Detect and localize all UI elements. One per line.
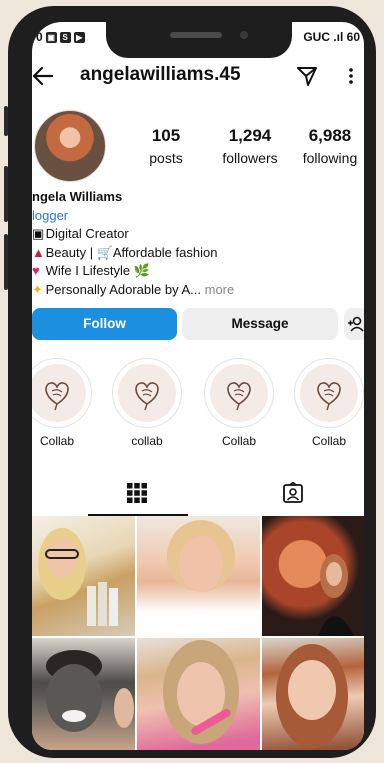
- stat-followers[interactable]: 1,294 followers: [216, 126, 284, 166]
- post-thumbnail[interactable]: [262, 638, 364, 750]
- heart-sketch-icon: [227, 382, 251, 411]
- follow-button[interactable]: Follow: [32, 308, 177, 340]
- gallery-icon: ▣: [45, 31, 57, 43]
- side-button: [4, 166, 8, 222]
- camera-emoji-icon: ▣: [32, 226, 45, 241]
- s-icon: S: [59, 31, 71, 43]
- video-icon: ▶: [73, 31, 85, 43]
- heart-sketch-icon: [317, 382, 341, 411]
- instagram-profile-screen: 0 ▣ S ▶ GUC .ıl 60 angelawilliams.45 105 po…: [32, 22, 364, 750]
- stat-posts[interactable]: 105 posts: [140, 126, 192, 166]
- phone-notch: [106, 18, 292, 58]
- bio-line: ♥ Wife I Lifestyle 🌿: [32, 262, 234, 281]
- post-thumbnail[interactable]: [137, 638, 260, 750]
- side-button: [4, 106, 8, 136]
- tab-tagged[interactable]: [258, 474, 358, 514]
- heart-sketch-icon: [135, 382, 159, 411]
- tab-grid[interactable]: [88, 474, 188, 516]
- profile-username: angelawilliams.45: [80, 64, 241, 85]
- profile-header: angelawilliams.45: [32, 62, 364, 92]
- bio-more-link[interactable]: more: [205, 282, 235, 297]
- bio-line: ✦ Personally Adorable by A... more: [32, 281, 234, 300]
- sparkles-emoji-icon: ✦: [32, 281, 43, 297]
- heart-emoji-icon: ♥: [32, 263, 40, 278]
- status-bar-right: GUC .ıl 60: [303, 30, 360, 44]
- direct-message-icon[interactable]: [296, 64, 318, 88]
- story-highlight[interactable]: Collab: [204, 358, 274, 448]
- stat-following[interactable]: 6,988 following: [296, 126, 364, 166]
- profile-bio: ngela Williams logger ▣ Digital Creator …: [32, 188, 234, 299]
- bio-line: ▲ Beauty | 🛒Affordable fashion: [32, 244, 234, 263]
- story-highlight[interactable]: Collab: [294, 358, 364, 448]
- message-button[interactable]: Message: [182, 308, 338, 340]
- profile-name: ngela Williams: [32, 189, 123, 204]
- side-button: [4, 234, 8, 290]
- grid-icon: [127, 483, 147, 503]
- profile-category[interactable]: logger: [32, 207, 234, 226]
- post-thumbnail[interactable]: [137, 516, 260, 636]
- more-vertical-icon[interactable]: [346, 64, 356, 88]
- heart-sketch-icon: [45, 382, 69, 411]
- tagged-icon: [283, 482, 303, 503]
- add-user-icon: [348, 316, 364, 332]
- status-bar-left: 0 ▣ S ▶: [36, 30, 85, 44]
- story-highlight[interactable]: Collab: [32, 358, 92, 448]
- bio-line: ▣ Digital Creator: [32, 225, 234, 244]
- back-arrow-icon[interactable]: [32, 64, 54, 88]
- lipstick-emoji-icon: ▲: [32, 244, 45, 260]
- post-thumbnail[interactable]: [262, 516, 364, 636]
- profile-avatar[interactable]: [34, 110, 106, 182]
- add-user-button[interactable]: [344, 308, 364, 340]
- story-highlight[interactable]: collab: [112, 358, 182, 448]
- post-thumbnail[interactable]: [32, 638, 135, 750]
- post-thumbnail[interactable]: [32, 516, 135, 636]
